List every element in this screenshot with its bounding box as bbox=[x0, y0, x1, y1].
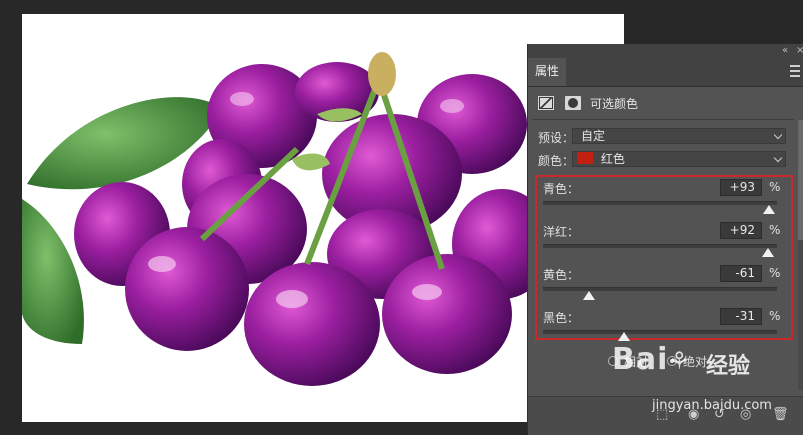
yellow-label: 黄色： bbox=[543, 268, 580, 282]
watermark-logo: Bai⚘ bbox=[612, 342, 691, 377]
adjustment-title: 可选颜色 bbox=[590, 97, 639, 111]
preset-dropdown[interactable]: 自定 bbox=[572, 128, 786, 144]
layer-mask-icon[interactable] bbox=[565, 96, 581, 110]
color-sliders-group: 青色： +93 % 洋红： +92 % 黄色： -61 % 黑色： -31 % bbox=[535, 175, 793, 341]
magenta-slider-thumb[interactable] bbox=[761, 248, 774, 257]
black-slider-thumb[interactable] bbox=[617, 332, 630, 341]
panel-menu-icon[interactable] bbox=[790, 65, 800, 77]
color-swatch bbox=[577, 152, 593, 164]
black-slider-track[interactable] bbox=[543, 330, 777, 334]
trash-icon[interactable]: 🗑 bbox=[772, 407, 789, 422]
tab-properties[interactable]: 属性 bbox=[528, 58, 566, 86]
percent-unit: % bbox=[769, 223, 781, 237]
colors-value: 红色 bbox=[600, 152, 625, 166]
divider bbox=[532, 119, 794, 120]
preset-value: 自定 bbox=[581, 129, 606, 143]
colors-label: 颜色： bbox=[538, 154, 575, 168]
yellow-slider-thumb[interactable] bbox=[582, 291, 595, 300]
preset-label: 预设： bbox=[538, 131, 575, 145]
chevron-down-icon bbox=[773, 130, 783, 140]
cyan-slider-thumb[interactable] bbox=[762, 205, 775, 214]
percent-unit: % bbox=[769, 309, 781, 323]
panel-scrollbar[interactable] bbox=[798, 120, 803, 390]
panel-header-strip: « × bbox=[528, 44, 803, 58]
cyan-label: 青色： bbox=[543, 182, 580, 196]
colors-dropdown[interactable]: 红色 bbox=[572, 151, 786, 167]
black-label: 黑色： bbox=[543, 311, 580, 325]
chevron-down-icon bbox=[773, 153, 783, 163]
adjustment-layer-icon[interactable] bbox=[538, 96, 554, 110]
close-icon[interactable]: × bbox=[796, 44, 803, 58]
percent-unit: % bbox=[769, 180, 781, 194]
cyan-input[interactable]: +93 bbox=[720, 179, 762, 196]
watermark-url: jingyan.baidu.com bbox=[652, 398, 772, 413]
yellow-slider-track[interactable] bbox=[543, 287, 777, 291]
yellow-input[interactable]: -61 bbox=[720, 265, 762, 282]
panel-tab-bar: 属性 bbox=[528, 58, 803, 87]
magenta-input[interactable]: +92 bbox=[720, 222, 762, 239]
watermark-text: 经验 bbox=[706, 354, 751, 379]
collapse-icon[interactable]: « bbox=[782, 44, 788, 58]
magenta-slider-track[interactable] bbox=[543, 244, 777, 248]
cyan-slider-track[interactable] bbox=[543, 201, 777, 205]
percent-unit: % bbox=[769, 266, 781, 280]
magenta-label: 洋红： bbox=[543, 225, 580, 239]
black-input[interactable]: -31 bbox=[720, 308, 762, 325]
